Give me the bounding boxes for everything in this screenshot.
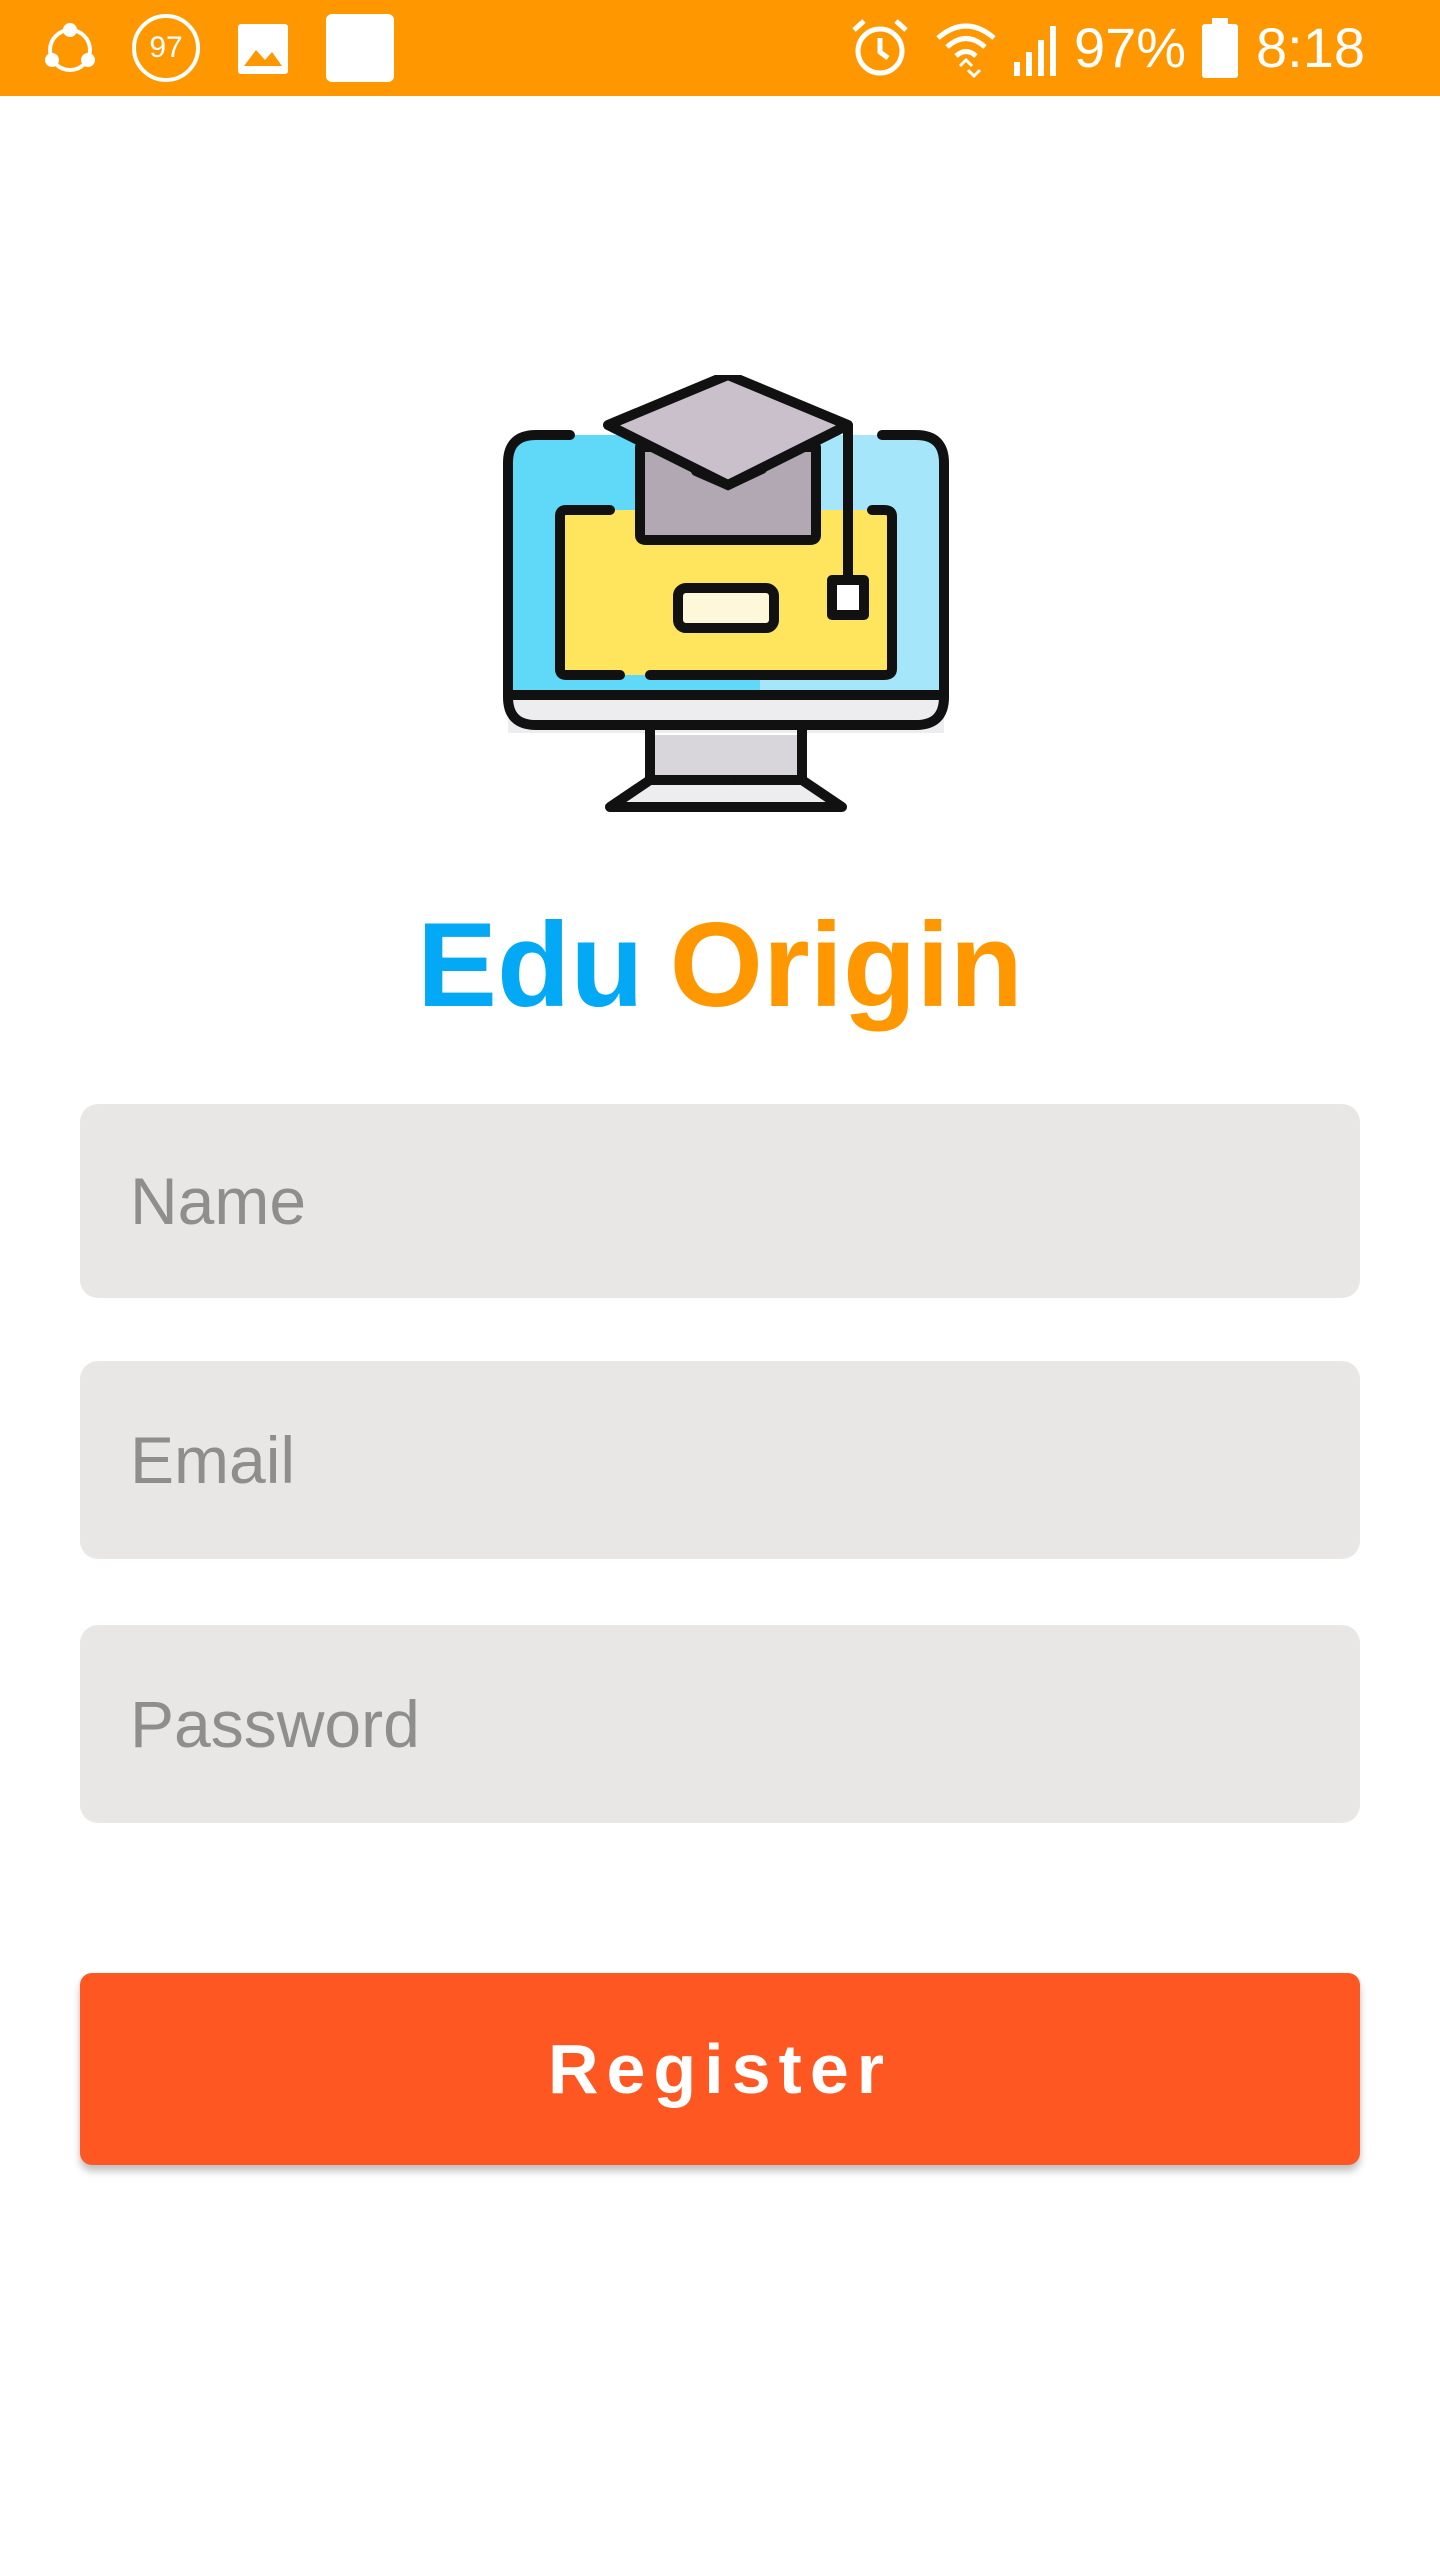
- brand-title-origin: Origin: [669, 898, 1023, 1032]
- brand-title-edu: Edu: [417, 898, 644, 1032]
- email-field[interactable]: [80, 1361, 1360, 1559]
- share-icon: [45, 23, 95, 72]
- alarm-icon: [852, 19, 908, 76]
- status-bar-right: 97% 8:18: [848, 14, 1408, 82]
- computer-graduation-cap-icon: [503, 375, 949, 812]
- blank-square-icon: [326, 14, 394, 82]
- signal-icon: [1014, 26, 1056, 76]
- status-bar: 97 97% 8:18: [0, 0, 1440, 96]
- notification-badge-icon: 97: [132, 14, 200, 82]
- register-button[interactable]: Register: [80, 1973, 1360, 2165]
- battery-icon: [1202, 18, 1238, 78]
- name-field[interactable]: [80, 1104, 1360, 1298]
- password-field[interactable]: [80, 1625, 1360, 1823]
- image-icon: [238, 24, 288, 74]
- wifi-icon: [936, 23, 996, 79]
- clock-time: 8:18: [1256, 16, 1365, 79]
- notification-badge-count: 97: [149, 31, 183, 64]
- brand-title: Edu Origin: [0, 900, 1440, 1030]
- battery-percent: 97%: [1074, 16, 1187, 79]
